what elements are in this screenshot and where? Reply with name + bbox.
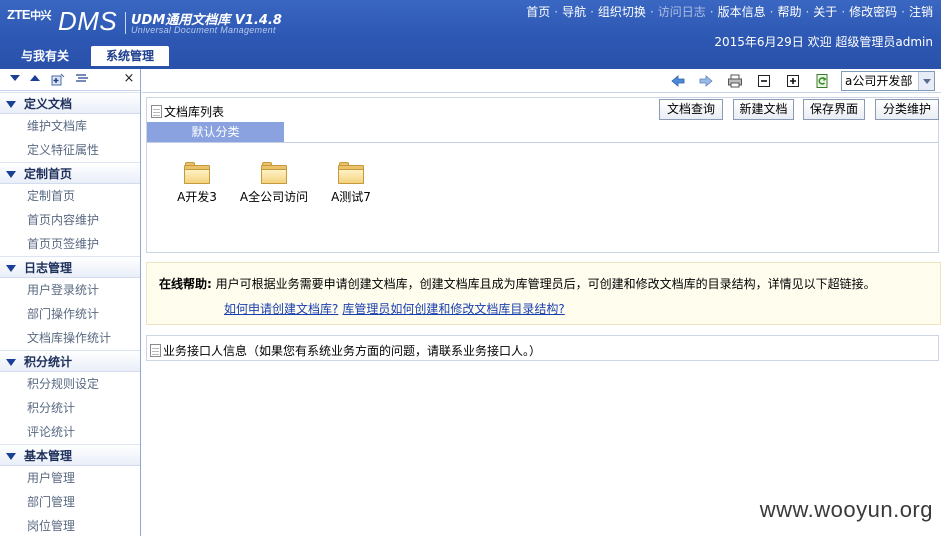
document-icon (151, 105, 162, 118)
help-text: 在线帮助: 用户可根据业务需要申请创建文档库，创建文档库且成为库管理员后，可创建… (159, 275, 876, 292)
sidebar-item-library-stats[interactable]: 文档库操作统计 (0, 326, 140, 350)
doc-query-button[interactable]: 文档查询 (659, 99, 723, 120)
nav-version-info[interactable]: 版本信息 (718, 5, 766, 19)
sidebar-item-users[interactable]: 用户管理 (0, 466, 140, 490)
collapse-icon[interactable] (756, 73, 772, 89)
sidebar-item-define-attributes[interactable]: 定义特征属性 (0, 138, 140, 162)
help-links: 如何申请创建文档库? 库管理员如何创建和修改文档库目录结构? (224, 300, 569, 317)
sidebar-item-maintain-library[interactable]: 维护文档库 (0, 114, 140, 138)
nav-about[interactable]: 关于 (813, 5, 837, 19)
sidebar-group-points[interactable]: 积分统计 (0, 350, 140, 372)
zte-logo: ZTE中兴 (7, 7, 52, 22)
save-view-button[interactable]: 保存界面 (803, 99, 865, 120)
folder-name: A全公司访问 (239, 190, 309, 204)
collapse-triangle-icon (6, 171, 16, 178)
collapse-triangle-icon (6, 265, 16, 272)
sidebar-menu: 定义文档 维护文档库 定义特征属性 定制首页 定制首页 首页内容维护 首页页签维… (0, 92, 140, 536)
sidebar-close-icon[interactable]: × (122, 72, 136, 86)
library-list-title: 文档库列表 (151, 103, 224, 120)
collapse-triangle-icon (6, 453, 16, 460)
product-name-en: Universal Document Management (131, 25, 276, 35)
tree-add-icon[interactable] (50, 72, 65, 86)
folder-icon (184, 162, 210, 184)
expand-icon[interactable] (785, 73, 801, 89)
nav-change-password[interactable]: 修改密码 (849, 5, 897, 19)
contact-info-panel: 业务接口人信息（如果您有系统业务方面的问题，请联系业务接口人。） (146, 335, 939, 361)
library-list-panel: 文档库列表 文档查询 新建文档 保存界面 分类维护 默认分类 A开发3 A全公司… (146, 97, 939, 253)
tab-default-category[interactable]: 默认分类 (147, 122, 284, 142)
folder-icon (338, 162, 364, 184)
category-tab-divider (147, 142, 938, 143)
dms-logo: DMS (58, 6, 118, 36)
main-content: a公司开发部 文档库列表 文档查询 新建文档 保存界面 分类维护 默认分类 A开… (142, 69, 941, 536)
document-icon (150, 344, 161, 357)
help-link-manage-structure[interactable]: 库管理员如何创建和修改文档库目录结构? (342, 302, 564, 316)
main-toolbar: a公司开发部 (142, 69, 941, 93)
back-arrow-icon[interactable] (670, 73, 686, 89)
sidebar-group-basic[interactable]: 基本管理 (0, 444, 140, 466)
sidebar-group-custom-home[interactable]: 定制首页 (0, 162, 140, 184)
sidebar-item-positions[interactable]: 岗位管理 (0, 514, 140, 536)
category-maintain-button[interactable]: 分类维护 (875, 99, 939, 120)
sidebar-group-define-docs[interactable]: 定义文档 (0, 92, 140, 114)
tree-list-icon[interactable] (74, 72, 88, 86)
sidebar-item-home-tabs[interactable]: 首页页签维护 (0, 232, 140, 256)
nav-navigation[interactable]: 导航 (562, 5, 586, 19)
folder-name: A开发3 (177, 190, 217, 204)
expand-all-icon[interactable] (8, 72, 22, 86)
help-description: 用户可根据业务需要申请创建文档库，创建文档库且成为库管理员后，可创建和修改文档库… (215, 277, 876, 291)
library-folder[interactable]: A开发3 (162, 162, 232, 204)
nav-org-switch[interactable]: 组织切换 (598, 5, 646, 19)
nav-help[interactable]: 帮助 (777, 5, 801, 19)
collapse-all-icon[interactable] (28, 72, 42, 86)
collapse-triangle-icon (6, 359, 16, 366)
folder-name: A测试7 (331, 190, 371, 204)
sidebar-toolbar: × (0, 69, 140, 91)
contact-info-text: 业务接口人信息（如果您有系统业务方面的问题，请联系业务接口人。） (150, 342, 541, 359)
print-icon[interactable] (727, 73, 743, 89)
sidebar-item-home-content[interactable]: 首页内容维护 (0, 208, 140, 232)
sidebar-group-logs[interactable]: 日志管理 (0, 256, 140, 278)
library-folder[interactable]: A全公司访问 (239, 162, 309, 204)
nav-logout[interactable]: 注销 (909, 5, 933, 19)
nav-home[interactable]: 首页 (526, 5, 550, 19)
top-nav: 首页 · 导航 · 组织切换 · 访问日志 · 版本信息 · 帮助 · 关于 · 修改密码 · 注销 (526, 5, 933, 19)
company-select[interactable]: a公司开发部 (841, 71, 935, 91)
help-link-apply-library[interactable]: 如何申请创建文档库? (224, 302, 338, 316)
refresh-icon[interactable] (814, 73, 830, 89)
library-folder[interactable]: A测试7 (316, 162, 386, 204)
sidebar-item-departments[interactable]: 部门管理 (0, 490, 140, 514)
sidebar-item-custom-home[interactable]: 定制首页 (0, 184, 140, 208)
app-header: ZTE中兴 DMS UDM通用文档库 V1.4.8 Universal Docu… (0, 0, 941, 66)
folder-icon (261, 162, 287, 184)
tab-related-to-me[interactable]: 与我有关 (10, 46, 80, 66)
collapse-triangle-icon (6, 101, 16, 108)
watermark: www.wooyun.org (759, 497, 933, 522)
sidebar-item-comment-stats[interactable]: 评论统计 (0, 420, 140, 444)
logo-divider (125, 12, 126, 34)
sidebar-item-login-stats[interactable]: 用户登录统计 (0, 278, 140, 302)
main-tabs: 与我有关 系统管理 (0, 46, 941, 66)
chevron-down-icon (918, 72, 934, 90)
online-help-panel: 在线帮助: 用户可根据业务需要申请创建文档库，创建文档库且成为库管理员后，可创建… (146, 262, 941, 325)
nav-access-log[interactable]: 访问日志 (658, 5, 706, 19)
help-label: 在线帮助: (159, 277, 212, 291)
sidebar-item-dept-stats[interactable]: 部门操作统计 (0, 302, 140, 326)
tab-system-management[interactable]: 系统管理 (91, 46, 169, 66)
sidebar-item-points-stats[interactable]: 积分统计 (0, 396, 140, 420)
forward-arrow-icon[interactable] (698, 73, 714, 89)
new-doc-button[interactable]: 新建文档 (733, 99, 794, 120)
sidebar: × 定义文档 维护文档库 定义特征属性 定制首页 定制首页 首页内容维护 首页页… (0, 69, 141, 536)
sidebar-item-points-rules[interactable]: 积分规则设定 (0, 372, 140, 396)
